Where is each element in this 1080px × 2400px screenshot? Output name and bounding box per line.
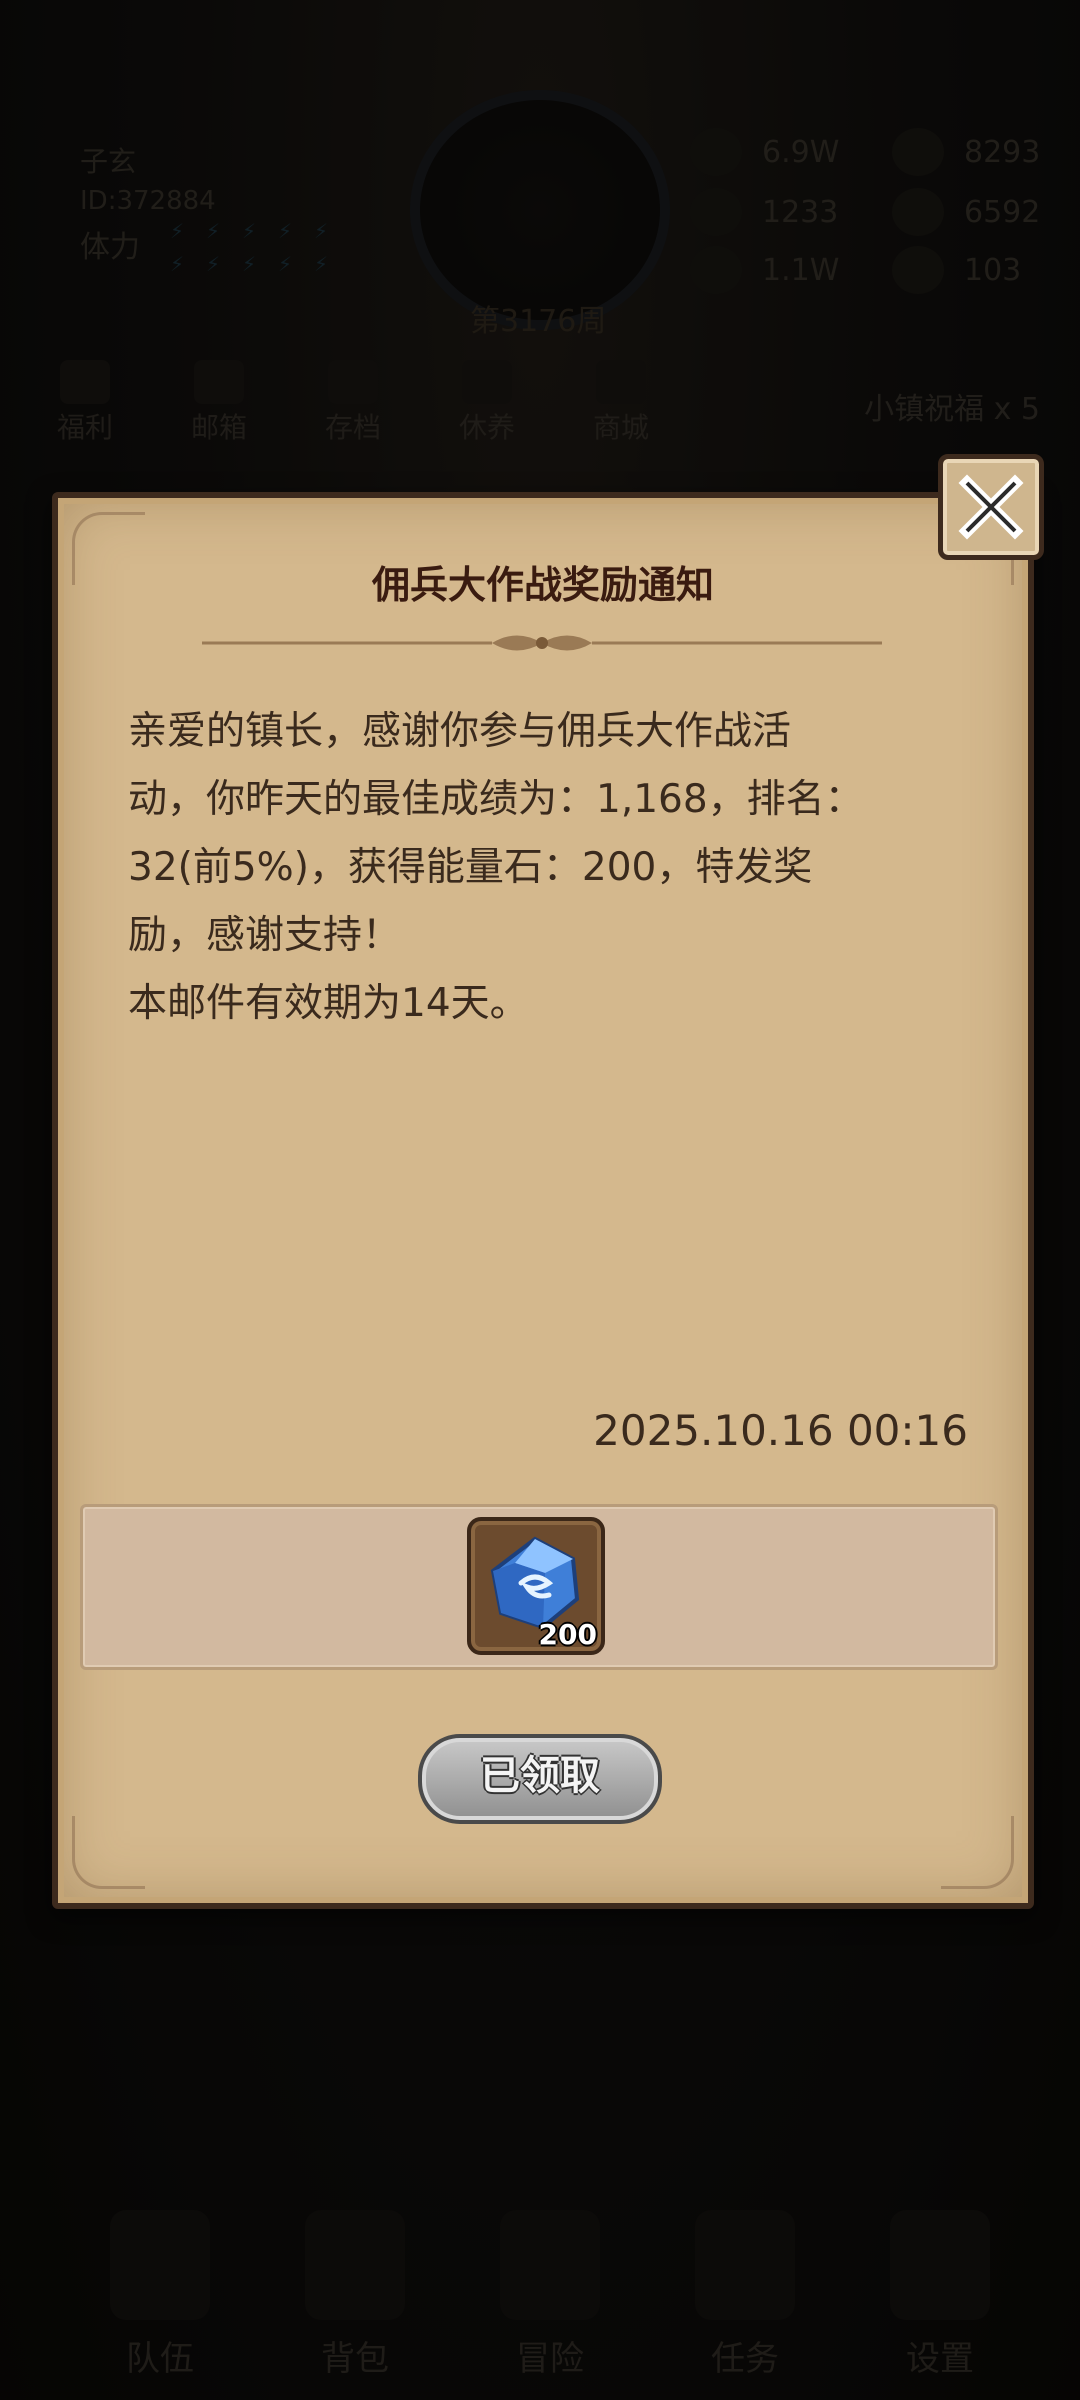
claimed-button[interactable]: 已领取 (418, 1734, 662, 1824)
reward-count: 200 (538, 1618, 597, 1651)
mail-body: 亲爱的镇长，感谢你参与佣兵大作战活动，你昨天的最佳成绩为：1,168，排名：32… (128, 709, 864, 1026)
ornament-corner (941, 1816, 1014, 1889)
close-icon (958, 474, 1024, 540)
mail-timestamp: 2025.10.16 00:16 (593, 1406, 968, 1455)
mail-title: 佣兵大作战奖励通知 (371, 563, 714, 607)
reward-panel: 200 (80, 1504, 998, 1670)
ornament-corner (72, 1816, 145, 1889)
title-divider-ornament (202, 635, 882, 651)
close-button[interactable] (938, 454, 1044, 560)
mail-dialog: 佣兵大作战奖励通知 亲爱的镇长，感谢你参与佣兵大作战活动，你昨天的最佳成绩为：1… (52, 492, 1034, 1909)
reward-item-slot[interactable]: 200 (467, 1517, 605, 1655)
